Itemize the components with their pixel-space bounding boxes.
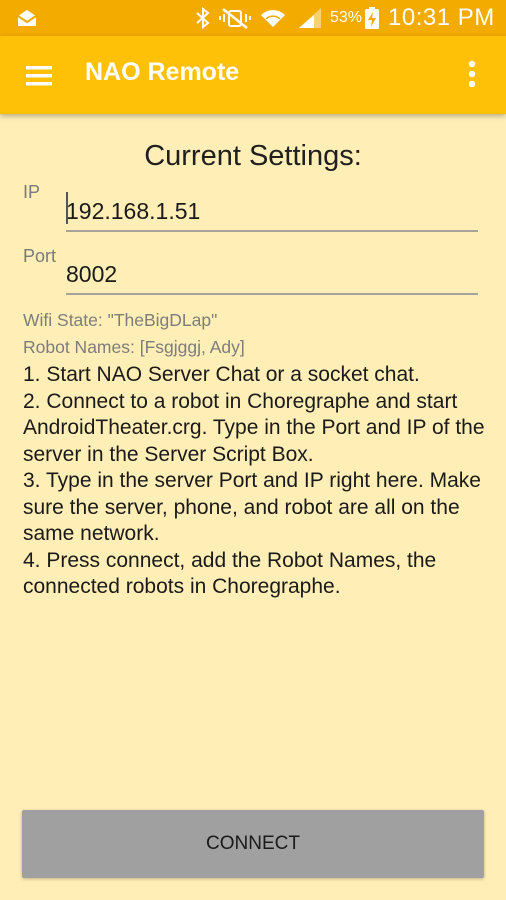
status-bar: 53% 10:31 PM	[0, 0, 506, 36]
mute-vibrate-icon	[219, 8, 251, 29]
port-label: Port	[23, 246, 57, 266]
app-bar: NAO Remote	[0, 36, 506, 114]
port-input[interactable]	[66, 255, 478, 295]
ip-label: IP	[23, 182, 41, 202]
instruction-step: 3. Type in the server Port and IP right …	[23, 469, 481, 545]
connect-button[interactable]: CONNECT	[22, 810, 484, 878]
app-title: NAO Remote	[85, 58, 240, 86]
instruction-step: 2. Connect to a robot in Choregraphe and…	[23, 389, 485, 466]
battery-charging-icon	[365, 7, 379, 29]
wifi-icon	[261, 10, 285, 28]
bluetooth-icon	[196, 6, 210, 30]
robot-names-text: Robot Names: [Fsgjggj, Ady]	[23, 337, 245, 357]
instruction-step: 4. Press connect, add the Robot Names, t…	[23, 548, 437, 599]
battery-percent: 53%	[330, 9, 363, 26]
ip-input[interactable]	[66, 192, 478, 232]
instruction-step: 1. Start NAO Server Chat or a socket cha…	[23, 363, 420, 386]
more-vert-icon[interactable]	[456, 56, 488, 92]
instructions: 1. Start NAO Server Chat or a socket cha…	[23, 362, 485, 601]
signal-icon	[299, 8, 321, 28]
text-cursor	[66, 192, 68, 224]
wifi-state-text: Wifi State: "TheBigDLap"	[23, 310, 218, 330]
mail-notification-icon	[17, 10, 37, 26]
hamburger-menu-icon[interactable]	[20, 60, 60, 92]
current-settings-heading: Current Settings:	[144, 140, 362, 172]
clock: 10:31 PM	[388, 4, 495, 31]
